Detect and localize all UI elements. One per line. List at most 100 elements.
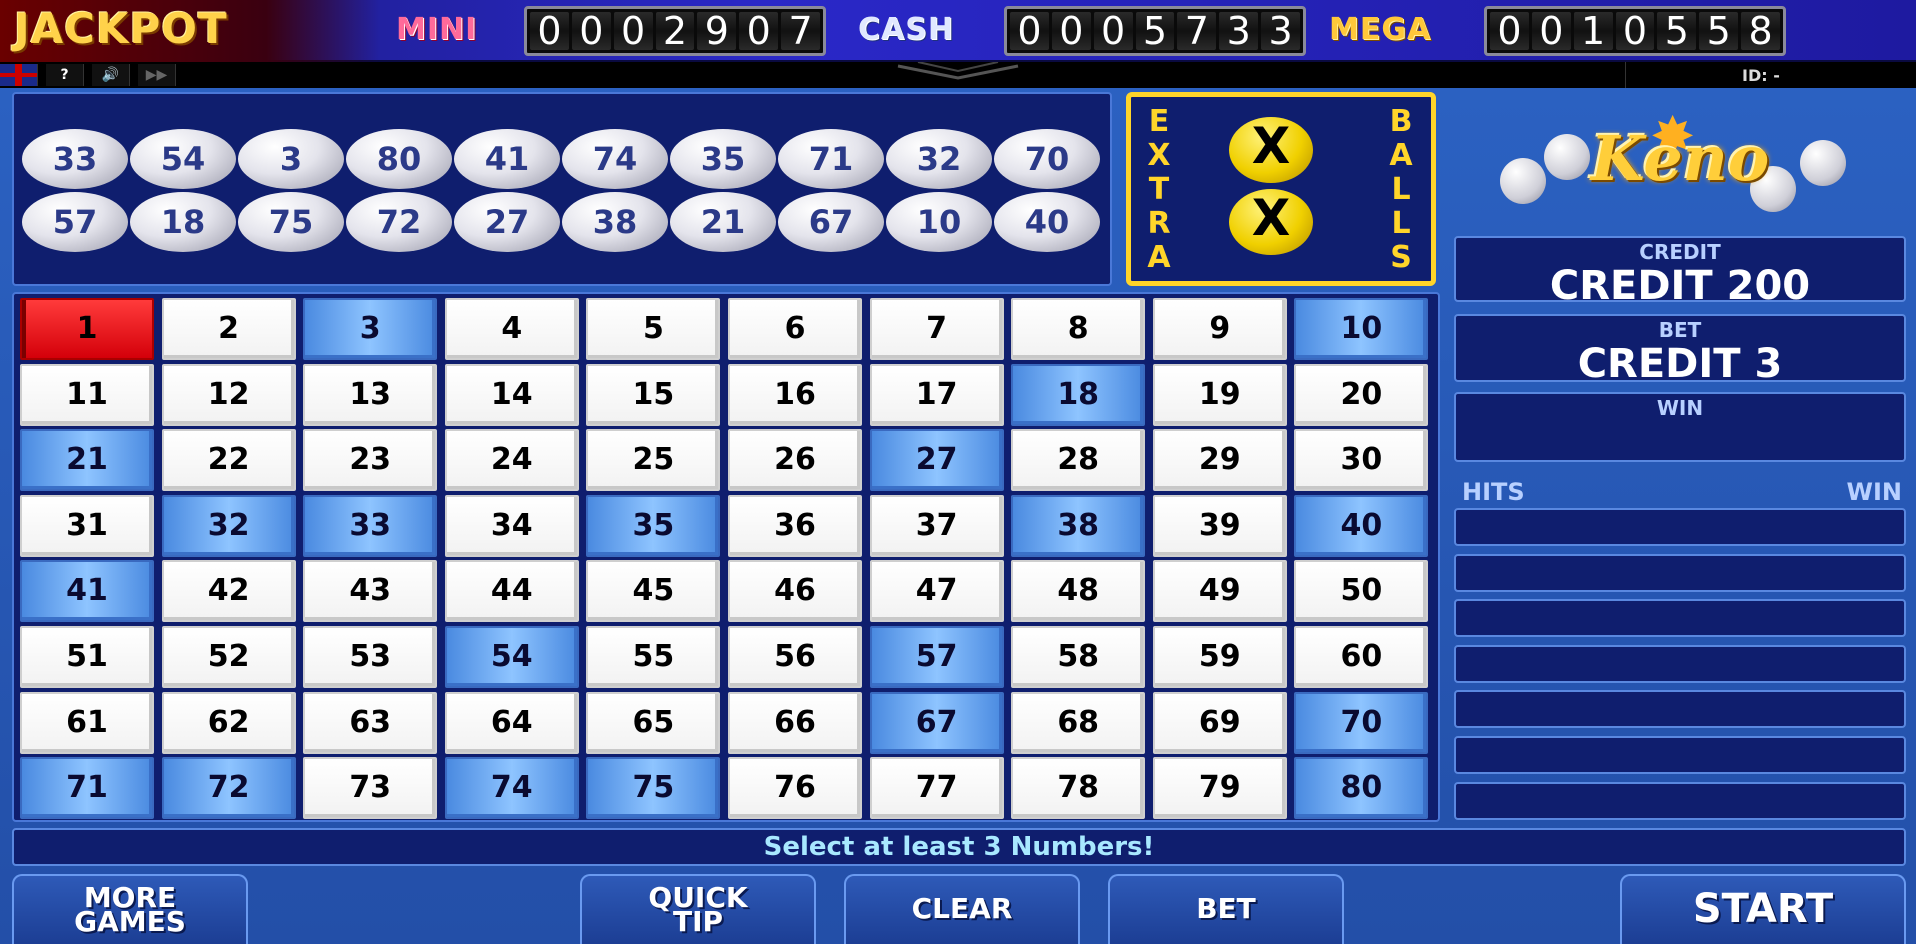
number-cell-17[interactable]: 17 xyxy=(869,363,1004,426)
number-cell-37[interactable]: 37 xyxy=(869,494,1004,557)
number-cell-25[interactable]: 25 xyxy=(586,429,721,492)
number-cell-20[interactable]: 20 xyxy=(1294,363,1429,426)
number-cell-36[interactable]: 36 xyxy=(728,494,862,557)
number-cell-19[interactable]: 19 xyxy=(1152,363,1287,426)
paytable-row xyxy=(1454,736,1906,774)
number-cell-3[interactable]: 3 xyxy=(303,298,438,360)
number-cell-54[interactable]: 54 xyxy=(444,626,579,688)
number-cell-73[interactable]: 73 xyxy=(303,757,438,820)
number-cell-32[interactable]: 32 xyxy=(161,494,296,557)
number-cell-47[interactable]: 47 xyxy=(869,560,1004,623)
number-cell-21[interactable]: 21 xyxy=(20,429,154,492)
number-cell-48[interactable]: 48 xyxy=(1011,560,1146,623)
number-cell-49[interactable]: 49 xyxy=(1152,560,1287,623)
number-cell-44[interactable]: 44 xyxy=(444,560,579,623)
number-cell-16[interactable]: 16 xyxy=(728,363,862,426)
number-cell-41[interactable]: 41 xyxy=(20,560,154,623)
number-cell-72[interactable]: 72 xyxy=(161,757,296,820)
number-cell-9[interactable]: 9 xyxy=(1152,298,1287,360)
number-cell-26[interactable]: 26 xyxy=(728,429,862,492)
number-cell-61[interactable]: 61 xyxy=(20,691,154,754)
number-cell-40[interactable]: 40 xyxy=(1294,494,1429,557)
number-cell-63[interactable]: 63 xyxy=(303,691,438,754)
number-cell-50[interactable]: 50 xyxy=(1294,560,1429,623)
number-cell-60[interactable]: 60 xyxy=(1294,626,1429,688)
number-cell-66[interactable]: 66 xyxy=(728,691,862,754)
number-cell-77[interactable]: 77 xyxy=(869,757,1004,820)
number-cell-12[interactable]: 12 xyxy=(161,363,296,426)
help-button[interactable]: ? xyxy=(46,64,84,86)
number-cell-64[interactable]: 64 xyxy=(444,691,579,754)
number-cell-35[interactable]: 35 xyxy=(586,494,721,557)
number-cell-43[interactable]: 43 xyxy=(303,560,438,623)
jackpot-digit: 5 xyxy=(1657,12,1697,50)
number-cell-31[interactable]: 31 xyxy=(20,494,154,557)
number-cell-29[interactable]: 29 xyxy=(1152,429,1287,492)
number-cell-39[interactable]: 39 xyxy=(1152,494,1287,557)
number-cell-65[interactable]: 65 xyxy=(586,691,721,754)
number-cell-52[interactable]: 52 xyxy=(161,626,296,688)
number-cell-51[interactable]: 51 xyxy=(20,626,154,688)
number-cell-42[interactable]: 42 xyxy=(161,560,296,623)
number-cell-6[interactable]: 6 xyxy=(728,298,862,360)
number-cell-11[interactable]: 11 xyxy=(20,363,154,426)
number-cell-58[interactable]: 58 xyxy=(1011,626,1146,688)
start-button[interactable]: START xyxy=(1620,874,1906,944)
jackpot-digit: 0 xyxy=(571,12,611,50)
paytable-row xyxy=(1454,644,1906,683)
fast-play-button[interactable]: ▶▶ xyxy=(138,64,176,86)
number-cell-68[interactable]: 68 xyxy=(1011,691,1146,754)
number-cell-34[interactable]: 34 xyxy=(444,494,579,557)
number-cell-30[interactable]: 30 xyxy=(1294,429,1429,492)
quick-tip-button[interactable]: QUICK TIP xyxy=(580,874,816,944)
number-cell-22[interactable]: 22 xyxy=(161,429,296,492)
number-cell-18[interactable]: 18 xyxy=(1011,363,1146,426)
number-cell-15[interactable]: 15 xyxy=(586,363,721,426)
number-cell-75[interactable]: 75 xyxy=(586,757,721,820)
number-cell-76[interactable]: 76 xyxy=(728,757,862,820)
number-cell-53[interactable]: 53 xyxy=(303,626,438,688)
credit-box: CREDIT CREDIT 200 xyxy=(1454,236,1906,308)
sound-button[interactable]: 🔊 xyxy=(92,64,130,86)
number-cell-38[interactable]: 38 xyxy=(1011,494,1146,557)
number-cell-71[interactable]: 71 xyxy=(20,757,154,820)
drawn-ball: 33 xyxy=(22,129,128,189)
extra-balls-panel[interactable]: EXTRA X X BALLS xyxy=(1126,92,1436,286)
number-cell-4[interactable]: 4 xyxy=(444,298,579,360)
more-games-button[interactable]: MORE GAMES xyxy=(12,874,248,944)
mega-jackpot-counter: 0010558 xyxy=(1484,6,1786,56)
number-cell-5[interactable]: 5 xyxy=(586,298,721,360)
number-cell-62[interactable]: 62 xyxy=(161,691,296,754)
number-cell-10[interactable]: 10 xyxy=(1294,298,1429,360)
number-cell-24[interactable]: 24 xyxy=(444,429,579,492)
number-cell-69[interactable]: 69 xyxy=(1152,691,1287,754)
bet-button[interactable]: BET xyxy=(1108,874,1344,944)
number-cell-33[interactable]: 33 xyxy=(303,494,438,557)
chevron-down-icon[interactable] xyxy=(888,62,1028,84)
number-cell-46[interactable]: 46 xyxy=(728,560,862,623)
number-cell-78[interactable]: 78 xyxy=(1011,757,1146,820)
number-cell-55[interactable]: 55 xyxy=(586,626,721,688)
number-cell-70[interactable]: 70 xyxy=(1294,691,1429,754)
clear-label: CLEAR xyxy=(911,892,1013,925)
number-cell-80[interactable]: 80 xyxy=(1294,757,1429,820)
number-cell-1[interactable]: 1 xyxy=(20,298,154,360)
clear-button[interactable]: CLEAR xyxy=(844,874,1080,944)
number-cell-23[interactable]: 23 xyxy=(303,429,438,492)
number-cell-14[interactable]: 14 xyxy=(444,363,579,426)
number-cell-27[interactable]: 27 xyxy=(869,429,1004,492)
number-cell-56[interactable]: 56 xyxy=(728,626,862,688)
number-cell-79[interactable]: 79 xyxy=(1152,757,1287,820)
number-cell-28[interactable]: 28 xyxy=(1011,429,1146,492)
language-flag-icon[interactable] xyxy=(0,64,38,86)
number-cell-74[interactable]: 74 xyxy=(444,757,579,820)
start-label: START xyxy=(1692,886,1834,932)
number-cell-2[interactable]: 2 xyxy=(161,298,296,360)
number-cell-8[interactable]: 8 xyxy=(1011,298,1146,360)
number-cell-57[interactable]: 57 xyxy=(869,626,1004,688)
number-cell-59[interactable]: 59 xyxy=(1152,626,1287,688)
number-cell-67[interactable]: 67 xyxy=(869,691,1004,754)
number-cell-7[interactable]: 7 xyxy=(869,298,1004,360)
number-cell-45[interactable]: 45 xyxy=(586,560,721,623)
number-cell-13[interactable]: 13 xyxy=(303,363,438,426)
